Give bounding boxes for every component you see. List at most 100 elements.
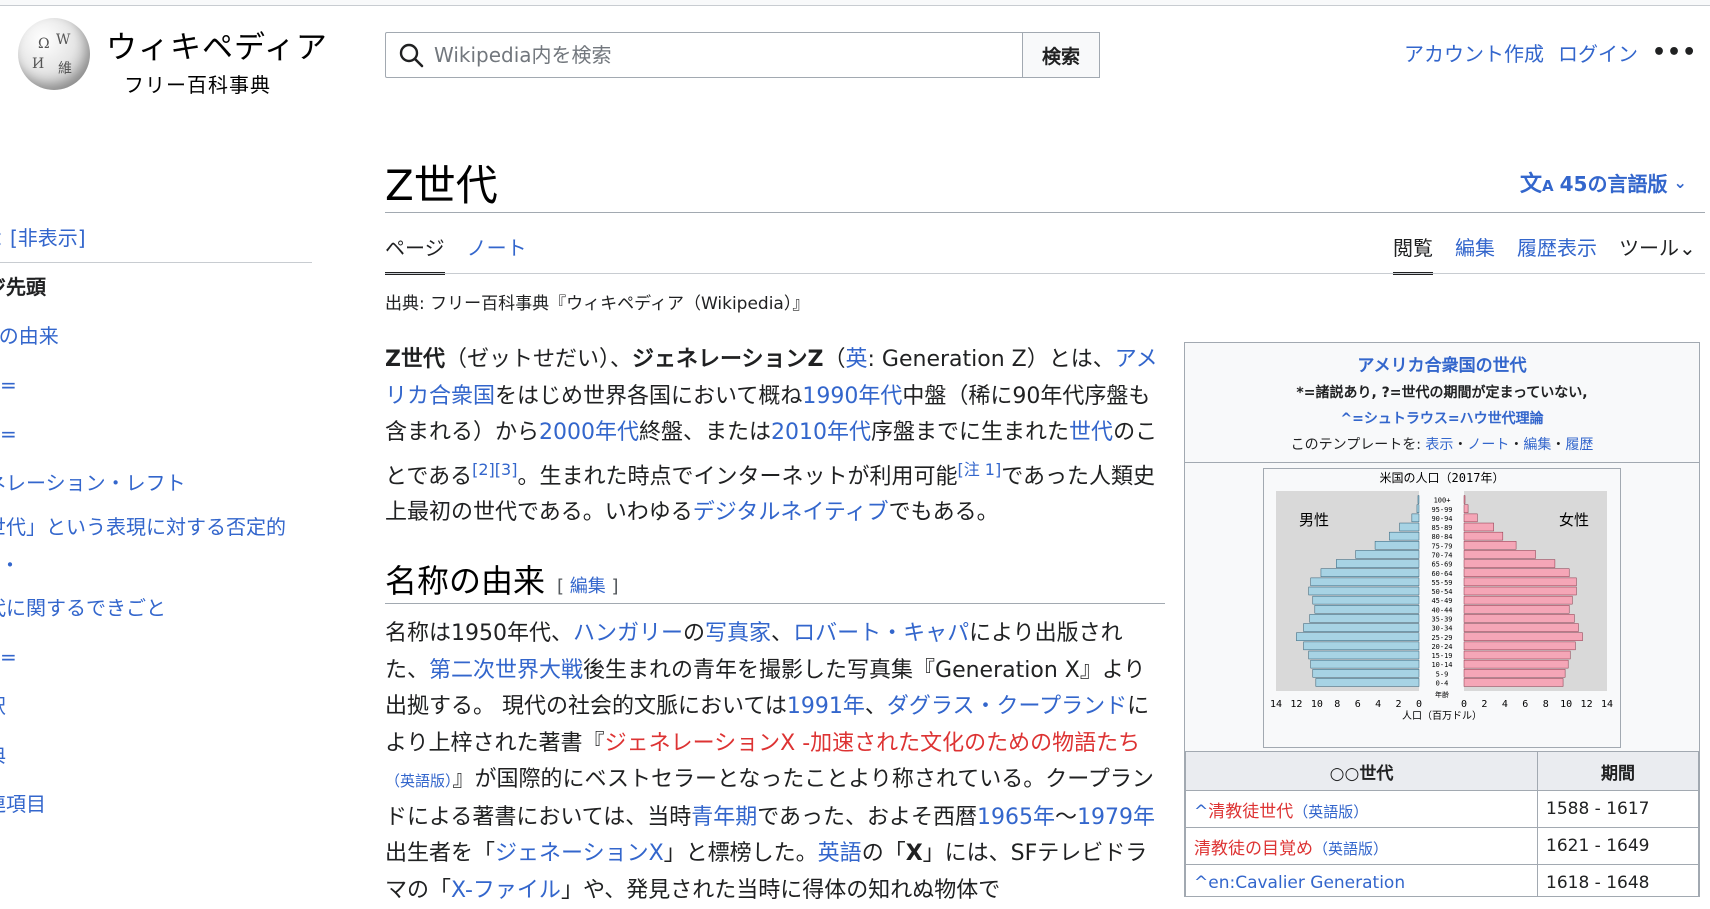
population-pyramid[interactable]: 米国の人口（2017年） 男性 女性 0-4 5-9 10-14 15-19 20-24 25-… bbox=[1263, 468, 1621, 748]
template-history-link[interactable]: 履歴 bbox=[1565, 437, 1593, 453]
generation-link[interactable]: 清教徒の目覚め bbox=[1194, 839, 1313, 859]
page-title: Z世代 bbox=[385, 161, 498, 210]
toc-item-features[interactable]: = bbox=[0, 410, 298, 459]
more-menu-button[interactable]: ••• bbox=[1652, 40, 1697, 65]
male-bar-20-24 bbox=[1303, 641, 1420, 651]
male-bar-65-69 bbox=[1336, 559, 1420, 568]
link-1991[interactable]: 1991年 bbox=[787, 694, 865, 719]
toc-item-notes[interactable]: 釈 bbox=[0, 682, 298, 731]
ref-2-3[interactable]: [2][3] bbox=[472, 460, 517, 479]
generation-link[interactable]: 清教徒世代 bbox=[1208, 802, 1293, 822]
link-douglas-coupland[interactable]: ダグラス・クープランド bbox=[887, 694, 1127, 719]
tab-edit[interactable]: 編集 bbox=[1455, 232, 1495, 261]
link-genx[interactable]: ジェネーションX bbox=[495, 841, 664, 866]
generation-link[interactable]: en:Cavalier Generation bbox=[1208, 873, 1405, 893]
age-tick-label: 85-89 bbox=[1431, 524, 1452, 532]
toc-header: ： [非表示] bbox=[0, 222, 312, 256]
age-tick-label: 75-79 bbox=[1431, 542, 1452, 550]
toc-item-footnotes[interactable]: = bbox=[0, 633, 298, 682]
female-bar-5-9 bbox=[1463, 669, 1566, 678]
toc-hide-link[interactable]: [非表示] bbox=[10, 222, 86, 251]
link-generation[interactable]: 世代 bbox=[1069, 420, 1113, 445]
male-label: 男性 bbox=[1299, 511, 1329, 529]
link-english-lang[interactable]: 英語 bbox=[818, 841, 862, 866]
toc-item-top[interactable]: ジ先頭 bbox=[0, 263, 298, 312]
link-1965[interactable]: 1965年 bbox=[977, 805, 1055, 830]
male-bar-90-94 bbox=[1411, 513, 1420, 523]
age-tick-label: 35-39 bbox=[1431, 616, 1452, 624]
en-version-link[interactable]: （英語版） bbox=[1293, 803, 1368, 821]
x-tick-label: 0 bbox=[1416, 699, 1422, 710]
table-row: ^en:Cavalier Generation 1618 - 1648 bbox=[1185, 864, 1699, 896]
wordmark-title: ウィキペディア bbox=[106, 30, 328, 66]
search-form: 検索 bbox=[385, 32, 1100, 78]
toc-item-negative-view[interactable]: 世代」という表現に対する否定的 bbox=[0, 508, 298, 546]
origin-paragraph: 名称は1950年代、ハンガリーの写真家、ロバート・キャパにより出版された、第二次… bbox=[385, 621, 1156, 903]
search-input[interactable] bbox=[432, 42, 996, 68]
female-bar-60-64 bbox=[1463, 568, 1570, 577]
note-1[interactable]: [注 1] bbox=[957, 460, 1001, 479]
en-version-link[interactable]: （英語版） bbox=[1313, 840, 1388, 858]
link-youth[interactable]: 青年期 bbox=[691, 805, 757, 830]
x-tick-label: 10 bbox=[1560, 699, 1572, 710]
female-label: 女性 bbox=[1559, 511, 1589, 529]
redlink-genx-book[interactable]: ジェネレーションX -加速された文化のための物語たち bbox=[605, 731, 1141, 756]
tab-history[interactable]: 履歴表示 bbox=[1517, 232, 1597, 261]
language-button[interactable]: 文A 45の言語版 ⌄ bbox=[1520, 166, 1687, 198]
tab-read[interactable]: 閲覧 bbox=[1393, 232, 1433, 275]
male-bar-100+ bbox=[1417, 495, 1420, 504]
male-bar-60-64 bbox=[1320, 568, 1420, 577]
wikipedia-wordmark[interactable]: ウィキペディア フリー百科事典 bbox=[106, 22, 328, 98]
login-link[interactable]: ログイン bbox=[1558, 38, 1638, 67]
section-edit-link[interactable]: 編集 bbox=[570, 576, 606, 597]
toc-item-generation-left[interactable]: ネレーション・レフト bbox=[0, 459, 298, 508]
link-1979[interactable]: 1979年 bbox=[1077, 805, 1155, 830]
table-header-generation: ○○世代 bbox=[1185, 751, 1538, 791]
toc-item-negative-view-cont[interactable]: ・ bbox=[0, 546, 298, 584]
female-bar-65-69 bbox=[1463, 559, 1556, 568]
link-photographer[interactable]: 写真家 bbox=[705, 621, 771, 646]
age-tick-label: 100+ bbox=[1434, 497, 1451, 505]
link-2000s[interactable]: 2000年代 bbox=[539, 420, 639, 445]
tab-talk[interactable]: ノート bbox=[467, 232, 527, 261]
template-edit-link[interactable]: 編集 bbox=[1523, 437, 1551, 453]
table-row: ^清教徒世代（英語版） 1588 - 1617 bbox=[1185, 790, 1699, 828]
toc-item-sources[interactable]: 典 bbox=[0, 731, 298, 780]
link-2010s[interactable]: 2010年代 bbox=[771, 420, 871, 445]
table-cell-period: 1621 - 1649 bbox=[1537, 827, 1699, 865]
pyramid-caption: 米国の人口（2017年） bbox=[1380, 471, 1505, 485]
link-en-version[interactable]: （英語版） bbox=[385, 772, 453, 790]
link-hungary[interactable]: ハンガリー bbox=[573, 621, 683, 646]
toc-item-definition[interactable]: = bbox=[0, 361, 298, 410]
toc-item-related[interactable]: 連項目 bbox=[0, 780, 298, 829]
user-links: アカウント作成 ログイン ••• bbox=[1404, 38, 1697, 67]
x-tick-label: 12 bbox=[1581, 699, 1593, 710]
female-bar-75-79 bbox=[1463, 541, 1517, 550]
navbox-title[interactable]: アメリカ合衆国の世代 bbox=[1185, 351, 1699, 376]
link-x-files[interactable]: X-ファイル bbox=[451, 878, 561, 903]
age-tick-label: 60-64 bbox=[1431, 570, 1452, 578]
template-talk-link[interactable]: ノート bbox=[1467, 437, 1509, 453]
female-bar-85-89 bbox=[1463, 522, 1494, 532]
x-tick-label: 8 bbox=[1334, 699, 1340, 710]
female-bar-35-39 bbox=[1463, 614, 1575, 623]
link-robert-capa[interactable]: ロバート・キャパ bbox=[793, 621, 969, 646]
male-bar-0-4 bbox=[1315, 678, 1420, 687]
top-border bbox=[0, 0, 1710, 6]
tab-page[interactable]: ページ bbox=[385, 232, 445, 275]
wikipedia-logo[interactable]: ΩWИ維 bbox=[18, 18, 90, 90]
link-1990s[interactable]: 1990年代 bbox=[802, 384, 902, 409]
link-ww2[interactable]: 第二次世界大戦 bbox=[429, 658, 583, 683]
template-view-link[interactable]: 表示 bbox=[1425, 437, 1453, 453]
female-bar-0-4 bbox=[1463, 678, 1564, 687]
table-cell-generation: 清教徒の目覚め（英語版） bbox=[1185, 827, 1538, 865]
navbox-note-1: *=諸説あり, ?=世代の期間が定まっていない, bbox=[1296, 385, 1588, 401]
search-button[interactable]: 検索 bbox=[1023, 32, 1100, 78]
link-digital-native[interactable]: デジタルネイティブ bbox=[693, 500, 889, 525]
link-english[interactable]: 英 bbox=[846, 347, 868, 372]
create-account-link[interactable]: アカウント作成 bbox=[1404, 38, 1544, 67]
toc-item-origin[interactable]: 5の由来 bbox=[0, 312, 298, 361]
tools-menu[interactable]: ツール⌄ bbox=[1619, 232, 1696, 261]
toc-item-events[interactable]: 代に関するできごと bbox=[0, 584, 298, 633]
chevron-down-icon: ⌄ bbox=[1673, 172, 1687, 192]
